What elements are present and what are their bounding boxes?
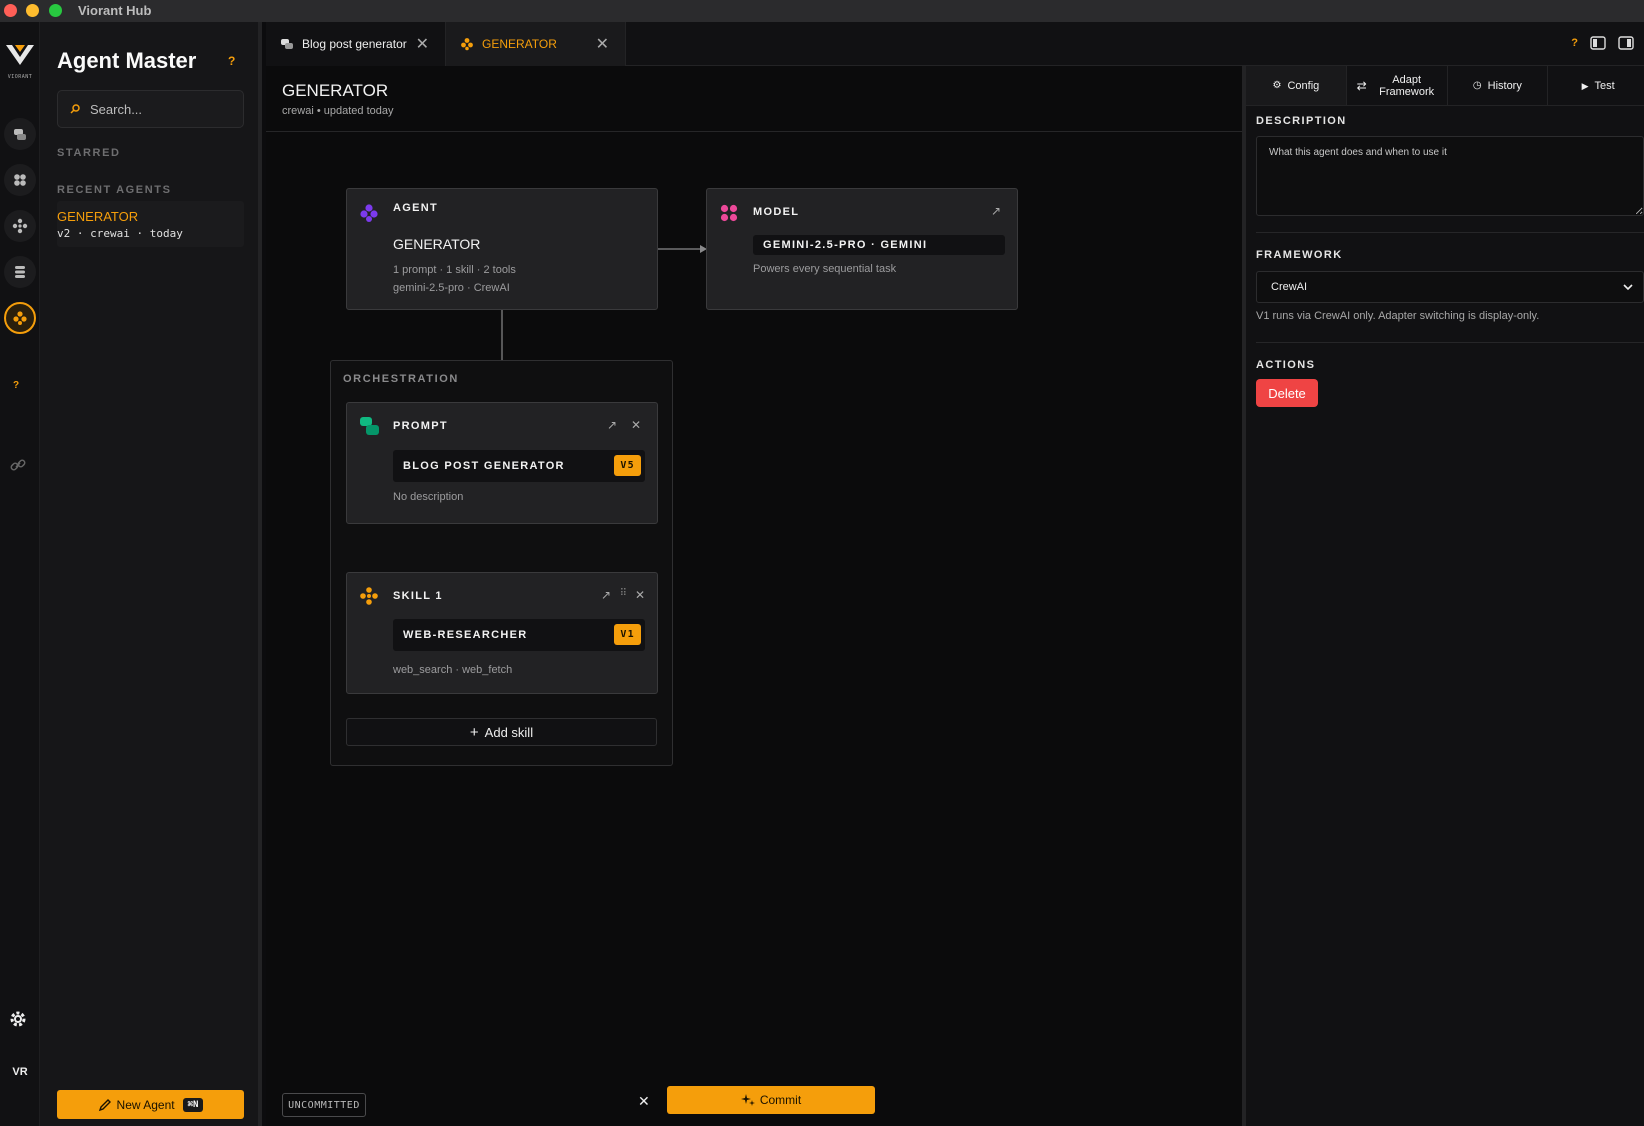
skill-name: WEB-RESEARCHER <box>403 629 528 641</box>
uncommitted-badge: UNCOMMITTED <box>282 1093 366 1117</box>
model-node[interactable]: MODEL ↗ GEMINI-2.5-PRO · GEMINI Powers e… <box>706 188 1018 310</box>
prompt-name: BLOG POST GENERATOR <box>403 460 565 472</box>
config-panel-tabs: ⚙ Config ⇄ Adapt Framework ◷ History ▶ T… <box>1246 66 1644 106</box>
open-prompt-icon[interactable]: ↗ <box>607 418 617 432</box>
model-value: GEMINI-2.5-PRO · GEMINI <box>753 235 1005 255</box>
sparkle-icon <box>740 1094 755 1106</box>
drag-handle-icon[interactable]: ⠿ <box>620 588 627 599</box>
prompt-node[interactable]: PROMPT ↗ ✕ BLOG POST GENERATOR V5 No des… <box>346 402 658 524</box>
description-label: DESCRIPTION <box>1256 115 1347 127</box>
tab-config[interactable]: ⚙ Config <box>1246 66 1347 105</box>
skill-node[interactable]: SKILL 1 ↗ ⠿ ✕ WEB-RESEARCHER V1 web_sear… <box>346 572 658 694</box>
tab-test[interactable]: ▶ Test <box>1548 66 1644 105</box>
agent-node-summary: 1 prompt · 1 skill · 2 tools <box>393 264 516 276</box>
model-node-header: MODEL <box>753 206 800 218</box>
remove-prompt-icon[interactable]: ✕ <box>631 418 641 432</box>
config-panel: ⚙ Config ⇄ Adapt Framework ◷ History ▶ T… <box>1242 66 1644 1126</box>
divider <box>1256 342 1644 343</box>
open-skill-icon[interactable]: ↗ <box>601 588 611 602</box>
plus-icon: + <box>469 723 479 741</box>
tab-adapt-framework[interactable]: ⇄ Adapt Framework <box>1347 66 1448 105</box>
prompt-node-header: PROMPT <box>393 420 448 432</box>
clock-icon: ◷ <box>1472 79 1482 91</box>
chevron-down-icon <box>1623 284 1633 291</box>
swap-icon: ⇄ <box>1356 78 1367 93</box>
model-icon <box>720 204 738 222</box>
discard-changes-icon[interactable]: ✕ <box>638 1093 650 1110</box>
framework-select[interactable]: CrewAI <box>1256 271 1644 303</box>
skill-node-header: SKILL 1 <box>393 590 443 602</box>
agent-node-model: gemini-2.5-pro · CrewAI <box>393 282 510 294</box>
open-model-icon[interactable]: ↗ <box>991 204 1001 218</box>
play-icon: ▶ <box>1581 80 1589 91</box>
agent-node-name: GENERATOR <box>393 236 481 252</box>
prompt-version-badge: V5 <box>614 455 641 476</box>
prompt-icon <box>360 417 379 435</box>
skill-version-badge: V1 <box>614 624 641 645</box>
model-node-desc: Powers every sequential task <box>753 263 897 275</box>
skill-name-pill: WEB-RESEARCHER V1 <box>393 619 645 651</box>
tab-adapt-framework-label: Adapt Framework <box>1379 73 1435 98</box>
commit-button[interactable]: Commit <box>667 1086 875 1114</box>
divider <box>1256 232 1644 233</box>
skill-node-tools: web_search · web_fetch <box>393 664 513 676</box>
gear-icon: ⚙ <box>1272 79 1282 91</box>
tab-config-label: Config <box>1287 79 1320 92</box>
agent-node-header: AGENT <box>393 202 438 214</box>
agent-icon <box>360 204 378 222</box>
framework-note: V1 runs via CrewAI only. Adapter switchi… <box>1256 310 1540 322</box>
tab-history-label: History <box>1487 79 1522 92</box>
add-skill-button[interactable]: + Add skill <box>346 718 657 746</box>
tab-test-label: Test <box>1594 79 1615 92</box>
orchestration-label: ORCHESTRATION <box>343 373 459 385</box>
agent-node[interactable]: AGENT GENERATOR 1 prompt · 1 skill · 2 t… <box>346 188 658 310</box>
remove-skill-icon[interactable]: ✕ <box>635 588 645 602</box>
tab-history[interactable]: ◷ History <box>1448 66 1549 105</box>
prompt-name-pill: BLOG POST GENERATOR V5 <box>393 450 645 482</box>
actions-label: ACTIONS <box>1256 359 1316 371</box>
prompt-node-desc: No description <box>393 491 464 503</box>
description-field[interactable] <box>1256 136 1644 216</box>
commit-label: Commit <box>759 1093 802 1107</box>
delete-agent-button[interactable]: Delete <box>1256 379 1318 407</box>
add-skill-label: Add skill <box>484 724 534 740</box>
framework-label: FRAMEWORK <box>1256 249 1343 261</box>
framework-value: CrewAI <box>1271 281 1308 293</box>
skill-icon <box>360 587 378 605</box>
